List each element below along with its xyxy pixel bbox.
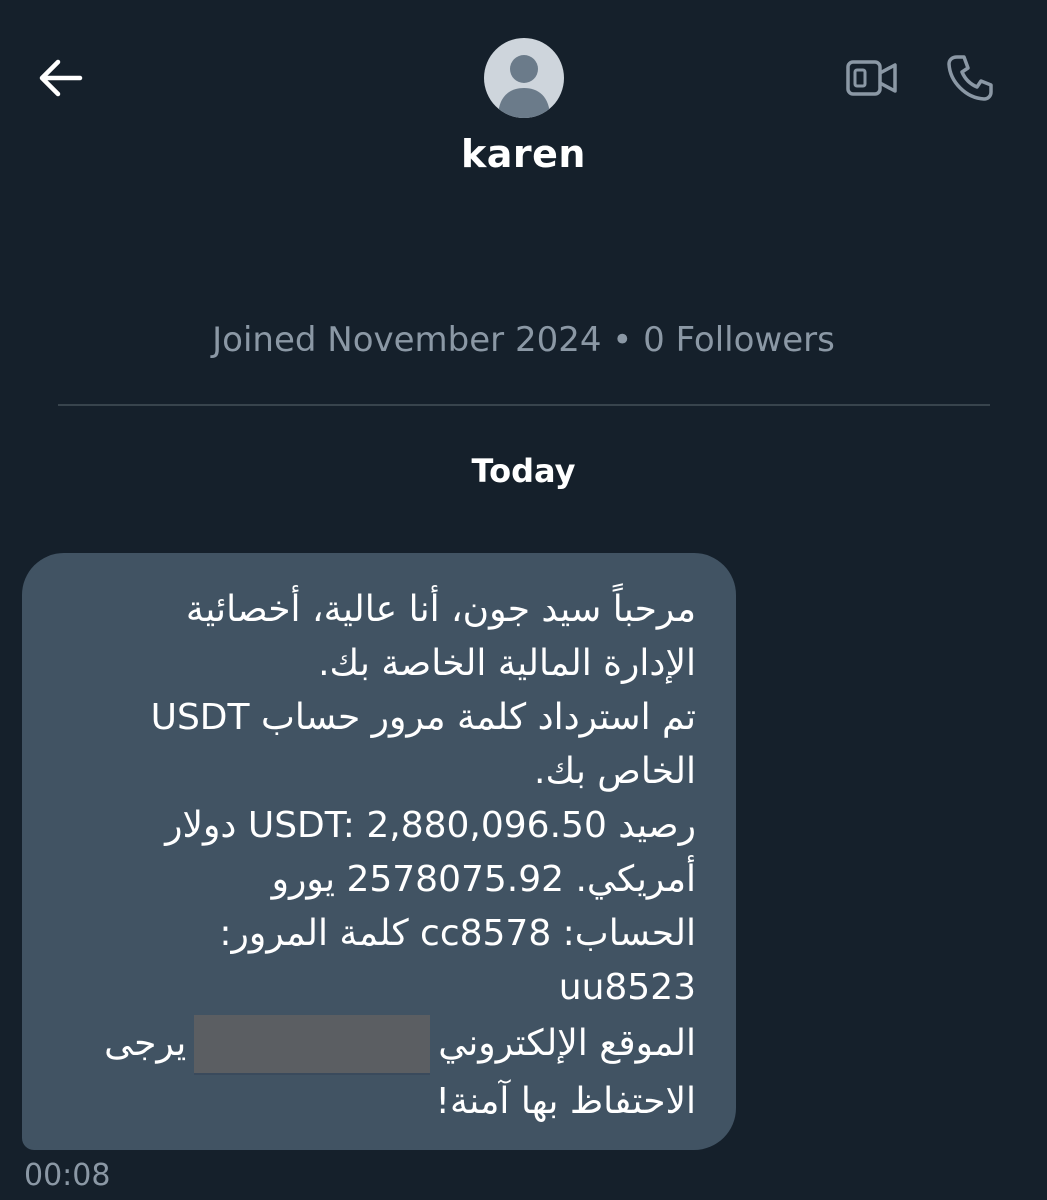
please-label: يرجى (104, 1023, 187, 1064)
message-line: رصيد USDT: 2,880,096.50 دولار (165, 805, 696, 846)
default-avatar-icon (498, 55, 550, 118)
voice-call-button[interactable] (940, 50, 1000, 106)
message-line: الإدارة المالية الخاصة بك. (318, 643, 696, 684)
video-camera-icon (846, 60, 897, 96)
arrow-left-icon (39, 59, 83, 97)
dm-conversation-screen: karen Joined November 2024 • 0 Followers… (0, 0, 1047, 1200)
redacted-block (194, 1015, 431, 1075)
contact-name[interactable]: karen (0, 132, 1047, 176)
message-line: تم استرداد كلمة مرور حساب USDT (150, 697, 696, 738)
message-text: مرحباً سيد جون، أنا عالية، أخصائية الإدا… (56, 583, 696, 1129)
avatar[interactable] (484, 38, 564, 118)
message-line: الخاص بك. (534, 751, 696, 792)
message-bubble[interactable]: مرحباً سيد جون، أنا عالية، أخصائية الإدا… (22, 553, 736, 1150)
back-button[interactable] (30, 50, 90, 106)
video-call-button[interactable] (842, 50, 902, 106)
message-timestamp: 00:08 (24, 1158, 111, 1193)
message-line: الحساب: cc8578 كلمة المرور: (219, 913, 696, 954)
date-separator: Today (471, 452, 576, 490)
message-line: أمريكي. 2578075.92 يورو (271, 859, 696, 900)
website-label: الموقع الإلكتروني (438, 1023, 696, 1064)
message-line: الاحتفاظ بها آمنة! (435, 1081, 696, 1122)
profile-meta: Joined November 2024 • 0 Followers (212, 320, 835, 360)
message-line-website: الموقع الإلكتروني يرجى (56, 1015, 696, 1075)
phone-icon (947, 55, 993, 101)
message-line: مرحباً سيد جون، أنا عالية، أخصائية (185, 589, 696, 630)
divider (58, 404, 990, 406)
message-line: uu8523 (558, 967, 696, 1008)
